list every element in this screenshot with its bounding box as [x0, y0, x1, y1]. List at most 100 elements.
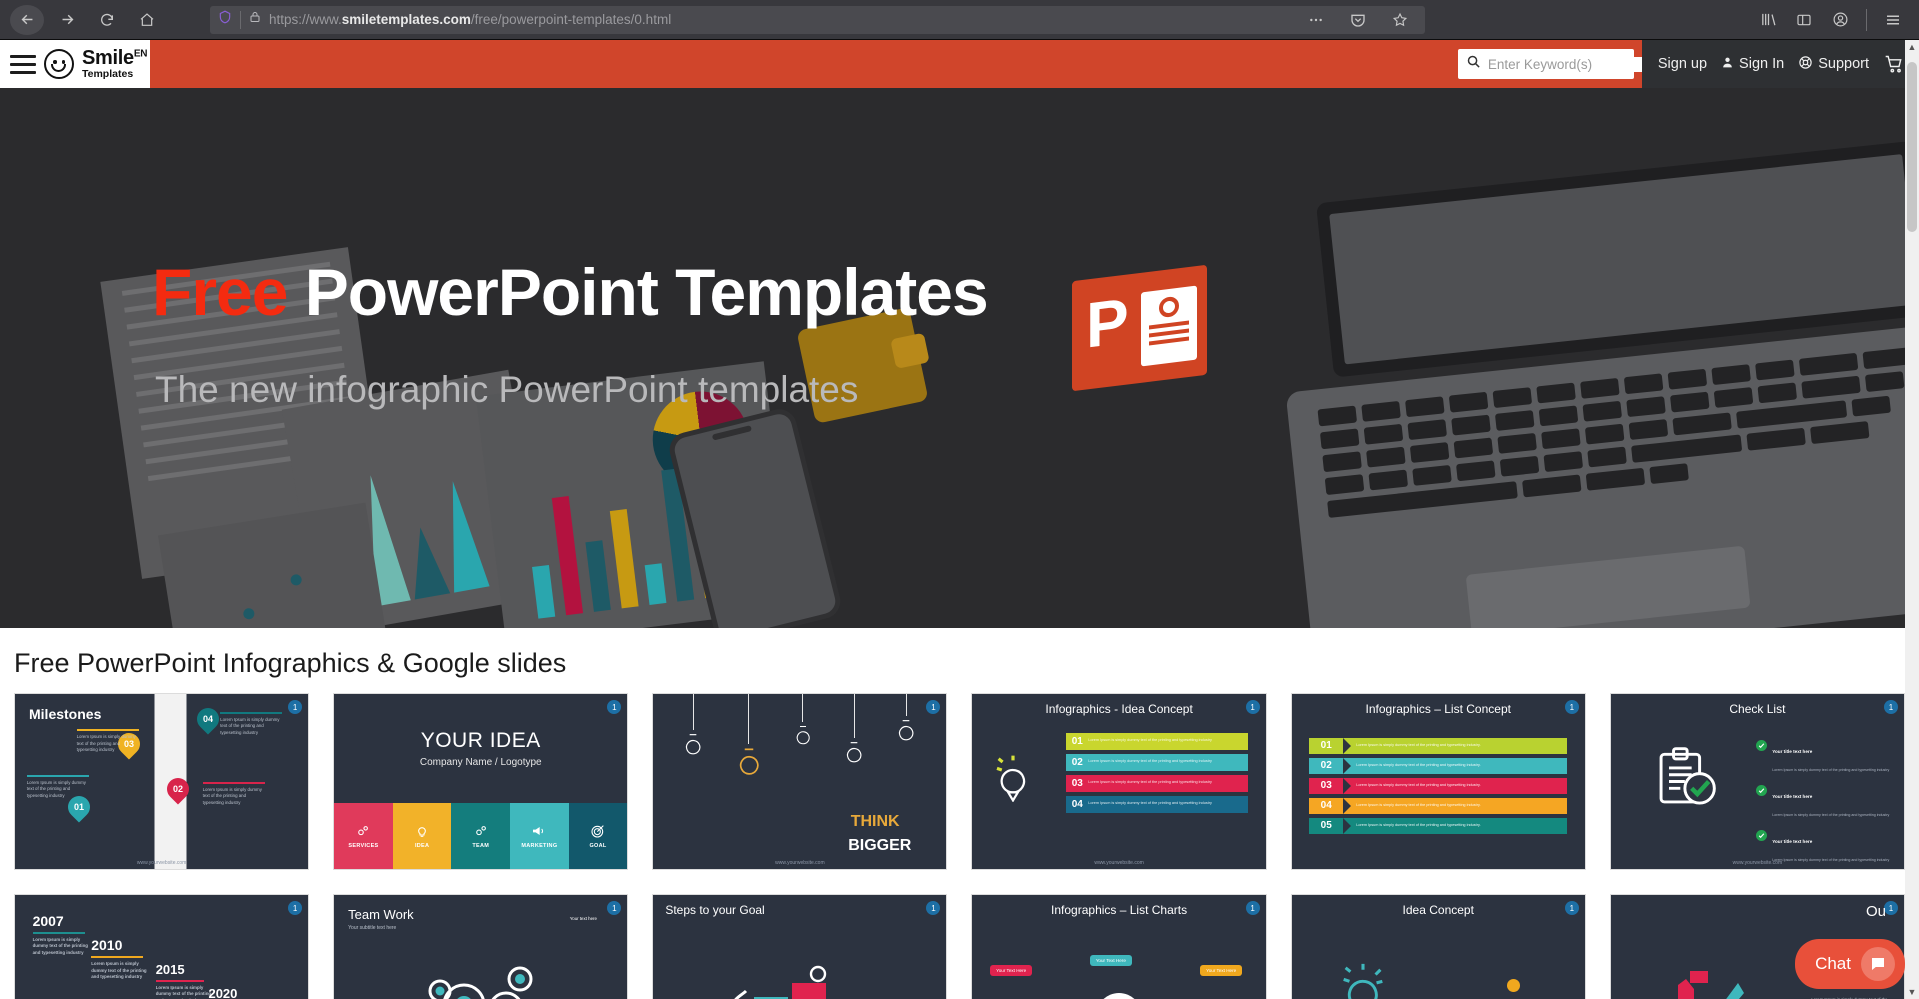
milestone-lorem-03: Lorem Ipsum is simply dummy text of the … [76, 729, 139, 754]
url-prefix: https://www. [269, 12, 342, 27]
search-icon [1466, 54, 1481, 74]
tiles-row: SERVICES IDEA TEAM MARKETING GOAL [334, 802, 628, 870]
check-item: Your title text here Lorem Ipsum is simpl… [1756, 784, 1889, 821]
library-icon[interactable] [1752, 5, 1784, 35]
idea-rows: 01 Lorem Ipsum is simply dummy text of th… [1066, 732, 1249, 813]
think-label: THINK [850, 812, 900, 830]
url-path: /free/powerpoint-templates/0.html [470, 12, 672, 27]
template-card-idea-concept[interactable]: 1 Infographics - Idea Concept 01 Lorem Ip… [971, 693, 1267, 871]
sign-up-link[interactable]: Sign up [1658, 56, 1707, 72]
status-badge: 1 [288, 700, 303, 714]
check-icon [1756, 784, 1768, 796]
check-icon [1756, 829, 1768, 841]
url-divider [240, 10, 241, 29]
tile-label: IDEA [414, 842, 430, 849]
cart-icon[interactable] [1883, 54, 1905, 74]
milestone-lorem-04: Lorem Ipsum is simply dummy text of the … [220, 711, 283, 737]
chat-bubble-icon[interactable] [1861, 947, 1895, 981]
account-icon[interactable] [1824, 5, 1856, 35]
timeline-years: 2007 Lorem Ipsum is simply dummy text of … [15, 895, 308, 999]
list-row-01: 01 Lorem Ipsum is simply dummy text of th… [1309, 737, 1568, 754]
template-card-check-list[interactable]: 1 Check List Your title text here Lorem I… [1609, 693, 1905, 871]
list-row-02: 02 Lorem Ipsum is simply dummy text of th… [1309, 757, 1568, 774]
template-card-milestones[interactable]: 1 Milestones 01 02 03 04 Lorem Ipsum is … [14, 693, 310, 871]
bubble-1: Your Text Here [990, 965, 1033, 977]
bookmark-star-icon[interactable] [1383, 5, 1417, 35]
lifebuoy-icon [1798, 55, 1813, 74]
support-link[interactable]: Support [1798, 55, 1869, 74]
logo-block[interactable]: SmileEN Templates [0, 40, 150, 88]
brand[interactable]: SmileEN Templates [82, 48, 147, 80]
milestone-lorem-02: Lorem Ipsum is simply dummy text of the … [202, 781, 265, 807]
tile-idea: IDEA [392, 802, 452, 870]
idea-row-01: 01 Lorem Ipsum is simply dummy text of th… [1066, 732, 1249, 750]
forward-icon[interactable] [50, 5, 84, 35]
list-row-03: 03 Lorem Ipsum is simply dummy text of th… [1309, 777, 1568, 794]
reload-icon[interactable] [90, 5, 124, 35]
hero-title-rest: PowerPoint Templates [287, 255, 989, 329]
card-subtitle: Your subtitle text here [348, 925, 397, 932]
header-middle [150, 40, 1665, 88]
page-actions-icon[interactable] [1299, 5, 1333, 35]
template-card-your-idea[interactable]: 1 YOUR IDEA Company Name / Logotype SERV… [333, 693, 629, 871]
template-grid: 1 Milestones 01 02 03 04 Lorem Ipsum is … [0, 679, 1919, 999]
idea-dot [1507, 979, 1521, 993]
sign-in-label: Sign In [1739, 56, 1785, 72]
sign-in-link[interactable]: Sign In [1721, 55, 1784, 74]
card-website: www.yourwebsite.com [1094, 860, 1144, 867]
site-header: SmileEN Templates Sign up Sign In Suppor… [0, 40, 1919, 88]
search-input[interactable] [1487, 56, 1665, 72]
template-card-team-work[interactable]: 1 Team Work Your subtitle text here Your… [333, 894, 629, 999]
template-card-think-bigger[interactable]: 1 THINK BIGGER www.yourwebsite.com [652, 693, 948, 871]
sidebar-icon[interactable] [1788, 5, 1820, 35]
address-bar[interactable]: https://www.smiletemplates.com/free/powe… [210, 5, 1425, 35]
year-2010: 2010 Lorem Ipsum is simply dummy text of … [91, 937, 147, 980]
template-card-list-charts[interactable]: 1 Infographics – List Charts Your Text H… [971, 894, 1267, 999]
menu-icon[interactable] [10, 54, 36, 74]
bubble-3: Your Text Here [1200, 965, 1243, 977]
pocket-icon[interactable] [1341, 5, 1375, 35]
card-subtitle: Company Name / Logotype [419, 756, 542, 768]
scroll-down-arrow[interactable]: ▼ [1905, 985, 1919, 999]
template-card-timeline[interactable]: 1 2007 Lorem Ipsum is simply dummy text o… [14, 894, 310, 999]
tile-goal: GOAL [568, 802, 628, 870]
team-note: Your text here [569, 916, 597, 922]
toolbar-right-group [1752, 5, 1909, 35]
list-rows: 01 Lorem Ipsum is simply dummy text of th… [1309, 737, 1568, 834]
card-title: Team Work [348, 907, 414, 923]
toolbar-divider [1866, 8, 1867, 31]
year-2007: 2007 Lorem Ipsum is simply dummy text of … [32, 912, 88, 955]
user-icon [1721, 55, 1734, 74]
scrollbar-thumb[interactable] [1907, 62, 1917, 232]
check-items: Your title text here Lorem Ipsum is simpl… [1756, 739, 1889, 866]
year-2020: 2020 [208, 986, 238, 999]
milestone-lorem-01: Lorem Ipsum is simply dummy text of the … [26, 774, 89, 800]
card-website: www.yourwebsite.com [136, 860, 187, 867]
tile-marketing: MARKETING [510, 802, 569, 870]
idea-row-04: 04 Lorem Ipsum is simply dummy text of th… [1066, 795, 1249, 813]
app-menu-icon[interactable] [1877, 5, 1909, 35]
list-row-04: 04 Lorem Ipsum is simply dummy text of th… [1309, 797, 1568, 814]
card-title: Milestones [29, 706, 102, 722]
status-badge: 1 [1883, 901, 1898, 916]
bulbs-row [653, 694, 946, 792]
template-card-steps-to-goal[interactable]: 1 Steps to your Goal [652, 894, 948, 999]
template-card-idea-concept-2[interactable]: 1 Idea Concept Lorem Ipsum is simply dum… [1290, 894, 1586, 999]
shield-icon[interactable] [218, 9, 232, 30]
template-card-list-concept[interactable]: 1 Infographics – List Concept 01 Lorem Ip… [1290, 693, 1586, 871]
page-scrollbar[interactable]: ▲ ▼ [1905, 40, 1919, 999]
tile-label: SERVICES [348, 842, 379, 849]
search-box[interactable] [1457, 49, 1665, 79]
hero-title-free: Free [152, 255, 288, 329]
hero-subtitle: The new infographic PowerPoint templates [155, 369, 859, 410]
list-row-05: 05 Lorem Ipsum is simply dummy text of th… [1309, 817, 1568, 834]
home-icon[interactable] [130, 5, 164, 35]
scroll-up-arrow[interactable]: ▲ [1905, 40, 1919, 54]
chat-widget[interactable]: Chat [1795, 939, 1905, 989]
hero-laptop-illustration [1256, 139, 1919, 628]
hero-banner: P Free PowerPoint Templates The new info… [0, 88, 1919, 628]
bubble-2: Your Text Here [1089, 954, 1132, 966]
back-icon[interactable] [10, 4, 44, 35]
card-title: Infographics – List Charts [1051, 903, 1188, 918]
powerpoint-logo-icon: P [1072, 264, 1207, 392]
